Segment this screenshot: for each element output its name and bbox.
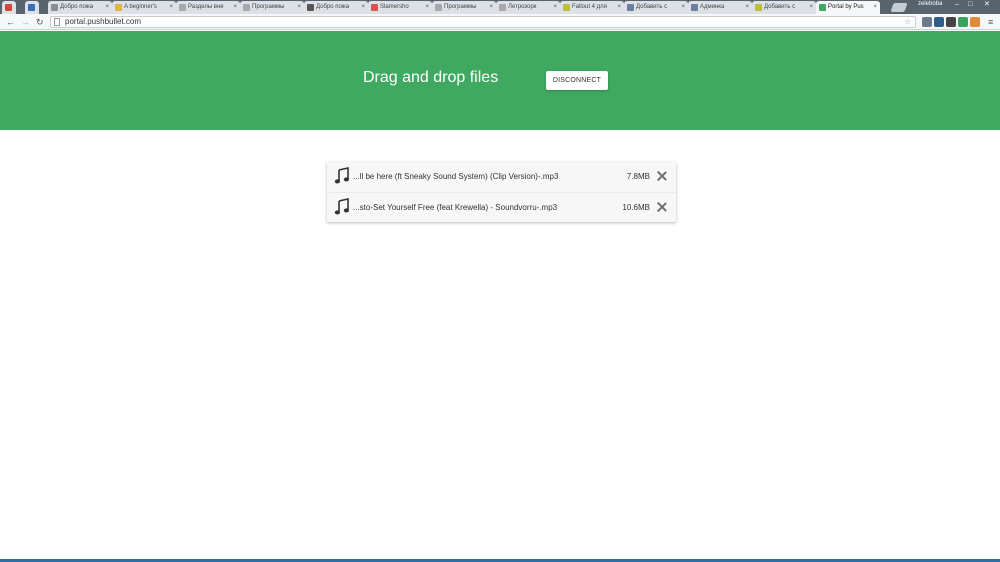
- star-icon[interactable]: ☆: [904, 16, 911, 28]
- forward-icon[interactable]: →: [21, 16, 30, 28]
- tab-label: Летрозорк: [508, 4, 537, 10]
- browser-tab[interactable]: Добавить с ×: [624, 1, 688, 14]
- tab-label: Fallout 4 для: [572, 4, 607, 10]
- extension-icon[interactable]: [958, 17, 968, 27]
- file-row: ...sto-Set Yourself Free (feat Krewella)…: [327, 192, 676, 222]
- browser-tab[interactable]: [2, 1, 16, 14]
- favicon-icon: [435, 4, 442, 11]
- file-size: 7.8MB: [626, 172, 650, 181]
- favicon-icon: [563, 4, 570, 11]
- browser-tab[interactable]: Разделы вне ×: [176, 1, 240, 14]
- profile-name[interactable]: zeleboba: [918, 1, 942, 7]
- browser-toolbar: ← → ↻ portal.pushbullet.com ☆ ≡: [0, 14, 1000, 30]
- browser-tab[interactable]: Админка ×: [688, 1, 752, 14]
- favicon-icon: [691, 4, 698, 11]
- close-window-icon[interactable]: ✕: [984, 0, 990, 10]
- tab-strip: Добро пожа × A beginner's × Разделы вне × Прог…: [0, 0, 1000, 14]
- tab-label: Добавить с: [764, 4, 796, 10]
- favicon-icon: [51, 4, 58, 11]
- browser-tab[interactable]: [25, 1, 39, 14]
- menu-icon[interactable]: ≡: [988, 16, 993, 28]
- file-row: ...ll be here (ft Sneaky Sound System) (…: [327, 162, 676, 192]
- browser-tab[interactable]: Добро пожа ×: [48, 1, 112, 14]
- favicon-icon: [243, 4, 250, 11]
- gmail-icon: [5, 4, 12, 11]
- maximize-icon[interactable]: □: [968, 0, 972, 10]
- tab-label: Portal by Pus: [828, 4, 864, 10]
- tab-close-icon[interactable]: ×: [681, 1, 685, 14]
- remove-file-icon[interactable]: [656, 201, 668, 213]
- tab-close-icon[interactable]: ×: [489, 1, 493, 14]
- tab-label: Добавить с: [636, 4, 668, 10]
- extension-icon[interactable]: [946, 17, 956, 27]
- address-bar[interactable]: portal.pushbullet.com: [50, 16, 916, 28]
- tab-close-icon[interactable]: ×: [233, 1, 237, 14]
- browser-tab[interactable]: Добавить с ×: [752, 1, 816, 14]
- back-icon[interactable]: ←: [6, 16, 15, 28]
- tab-close-icon[interactable]: ×: [617, 1, 621, 14]
- tab-close-icon[interactable]: ×: [745, 1, 749, 14]
- favicon-icon: [307, 4, 314, 11]
- page-title: Drag and drop files: [363, 69, 499, 86]
- music-note-icon: [334, 167, 349, 184]
- tab-label: A beginner's: [124, 4, 157, 10]
- browser-tab[interactable]: Программы ×: [240, 1, 304, 14]
- tab-close-icon[interactable]: ×: [361, 1, 365, 14]
- browser-tab[interactable]: Portal by Pus ×: [816, 1, 880, 14]
- favicon-icon: [627, 4, 634, 11]
- remove-file-icon[interactable]: [656, 170, 668, 182]
- site-icon: [28, 4, 35, 11]
- reload-icon[interactable]: ↻: [36, 16, 44, 28]
- new-tab-button[interactable]: [890, 3, 908, 12]
- drop-zone-header[interactable]: Drag and drop files DISCONNECT: [0, 31, 1000, 130]
- tab-label: Программы: [444, 4, 477, 10]
- tab-label: Разделы вне: [188, 4, 224, 10]
- tab-close-icon[interactable]: ×: [169, 1, 173, 14]
- extension-icon[interactable]: [922, 17, 932, 27]
- browser-tab[interactable]: A beginner's ×: [112, 1, 176, 14]
- file-name: ...sto-Set Yourself Free (feat Krewella)…: [353, 203, 558, 212]
- tab-close-icon[interactable]: ×: [297, 1, 301, 14]
- tab-label: Slamersho: [380, 4, 409, 10]
- tab-close-icon[interactable]: ×: [873, 1, 877, 14]
- tab-label: Программы: [252, 4, 285, 10]
- tab-close-icon[interactable]: ×: [809, 1, 813, 14]
- favicon-icon: [115, 4, 122, 11]
- browser-tab[interactable]: Летрозорк ×: [496, 1, 560, 14]
- tab-label: Добро пожа: [60, 4, 94, 10]
- tab-close-icon[interactable]: ×: [425, 1, 429, 14]
- favicon-icon: [179, 4, 186, 11]
- minimize-icon[interactable]: –: [955, 0, 959, 10]
- browser-tab[interactable]: Fallout 4 для ×: [560, 1, 624, 14]
- extension-icon[interactable]: [970, 17, 980, 27]
- address-text: portal.pushbullet.com: [65, 17, 142, 26]
- extension-icon[interactable]: [934, 17, 944, 27]
- page-icon: [54, 18, 60, 26]
- file-size: 10.6MB: [622, 203, 650, 212]
- browser-tab[interactable]: Добро пожа ×: [304, 1, 368, 14]
- tab-label: Добро пожа: [316, 4, 350, 10]
- file-list: ...ll be here (ft Sneaky Sound System) (…: [327, 162, 676, 222]
- tab-label: Админка: [700, 4, 725, 10]
- tab-close-icon[interactable]: ×: [553, 1, 557, 14]
- favicon-icon: [819, 4, 826, 11]
- favicon-icon: [371, 4, 378, 11]
- music-note-icon: [334, 198, 349, 215]
- browser-tab[interactable]: Slamersho ×: [368, 1, 432, 14]
- disconnect-button[interactable]: DISCONNECT: [546, 71, 608, 90]
- file-name: ...ll be here (ft Sneaky Sound System) (…: [353, 172, 559, 181]
- favicon-icon: [755, 4, 762, 11]
- favicon-icon: [499, 4, 506, 11]
- tab-close-icon[interactable]: ×: [105, 1, 109, 14]
- browser-tab[interactable]: Программы ×: [432, 1, 496, 14]
